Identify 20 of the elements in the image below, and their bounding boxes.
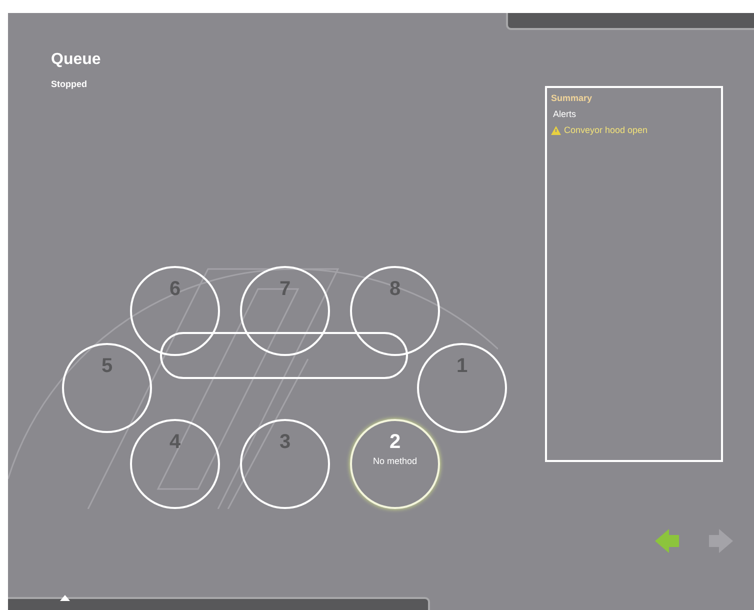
station-number: 6 <box>169 278 181 301</box>
warning-icon <box>551 126 561 134</box>
summary-title: Summary <box>551 93 594 103</box>
method-label: No method <box>372 456 418 466</box>
alert-text: Conveyor hood open <box>564 125 648 135</box>
station-slot[interactable]: 2 No method <box>350 419 440 509</box>
station-slot[interactable]: 8 <box>350 266 440 356</box>
arrow-icon <box>654 528 682 554</box>
station-slot[interactable]: 6 <box>130 266 220 356</box>
up-arrow-icon <box>60 595 70 601</box>
station-slot[interactable]: 7 <box>240 266 330 356</box>
station-number: 2 <box>389 431 401 454</box>
alerts-heading: Alerts <box>553 109 578 119</box>
queue-status: Stopped <box>51 79 88 89</box>
station-number: 8 <box>389 278 401 301</box>
page-title: Queue <box>51 51 102 69</box>
arrow-icon <box>706 528 734 554</box>
station-slot[interactable]: 4 <box>130 419 220 509</box>
station-number: 4 <box>169 431 181 454</box>
station-number: 7 <box>279 278 291 301</box>
